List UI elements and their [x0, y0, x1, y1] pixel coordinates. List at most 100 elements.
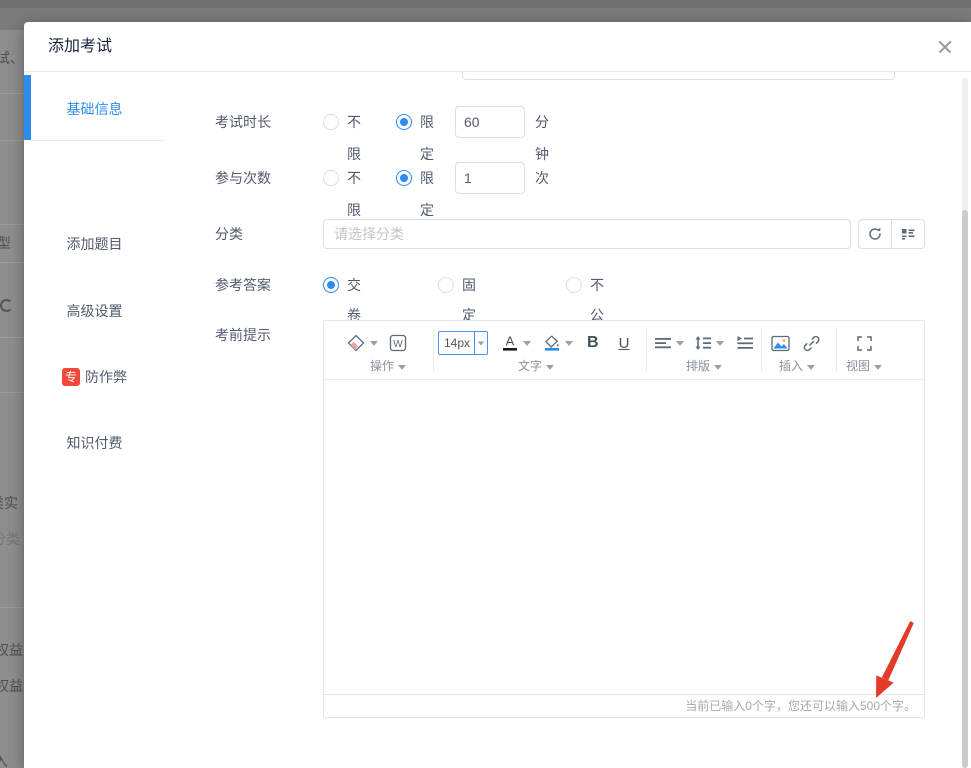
backdrop-text-fragment: 入 — [0, 751, 8, 768]
bg-fill-icon[interactable] — [543, 333, 573, 353]
fullscreen-icon[interactable] — [856, 335, 873, 352]
group-label: 操作 — [370, 359, 394, 373]
word-doc-icon[interactable]: W — [388, 333, 408, 353]
backdrop-text-fragment: 分类 — [0, 529, 20, 549]
dialog-scrollbar-track[interactable] — [962, 78, 968, 768]
backdrop-line — [0, 262, 24, 263]
group-label: 视图 — [846, 359, 870, 373]
category-list-icon[interactable] — [891, 220, 924, 248]
toolbar-group-operations: W 操作 — [346, 321, 430, 380]
refresh-icon[interactable] — [859, 220, 891, 248]
backdrop-refresh-icon — [0, 299, 13, 312]
attempts-limited-label[interactable]: 限定 — [420, 162, 434, 226]
answer-after-submit-radio[interactable] — [323, 277, 339, 293]
bold-icon[interactable]: B — [587, 334, 599, 352]
view-dropdown[interactable]: 视图 — [846, 357, 882, 374]
sidebar-item-label: 知识付费 — [67, 433, 123, 453]
caret-down-icon — [676, 341, 684, 346]
category-buttons-group — [858, 219, 925, 249]
toolbar-group-text: 14px A — [438, 321, 634, 380]
duration-unit-label: 分钟 — [535, 106, 549, 170]
line-height-icon[interactable] — [694, 335, 724, 351]
backdrop-line — [0, 607, 24, 608]
answer-not-public-radio[interactable] — [566, 277, 582, 293]
layout-dropdown[interactable]: 排版 — [654, 357, 754, 374]
backdrop-line — [0, 93, 24, 94]
active-tab-underline — [31, 140, 165, 141]
dialog-body: 基础信息 添加题目 高级设置 专 防作弊 知识付费 考试时长 — [24, 72, 971, 768]
duration-limited-radio[interactable] — [396, 114, 412, 130]
toolbar-divider — [433, 329, 434, 372]
duration-limited-label[interactable]: 限定 — [420, 106, 434, 170]
toolbar-divider — [836, 329, 837, 372]
duration-unlimited-label[interactable]: 不限 — [347, 106, 361, 170]
premium-badge: 专 — [62, 368, 80, 386]
caret-down-icon — [716, 341, 724, 346]
sidebar-item-label: 防作弊 — [85, 367, 127, 387]
caret-down-icon — [874, 365, 882, 370]
caret-down-icon — [807, 365, 815, 370]
link-icon[interactable] — [803, 335, 820, 352]
font-size-value: 14px — [439, 336, 474, 350]
backdrop-line — [0, 337, 24, 338]
toolbar-group-layout: 排版 — [654, 321, 754, 380]
insert-dropdown[interactable]: 插入 — [771, 357, 823, 374]
editor-content[interactable] — [324, 380, 924, 694]
backdrop-text-fragment: 型 — [0, 233, 11, 253]
word-count-status: 当前已输入0个字，您还可以输入500个字。 — [324, 694, 924, 717]
category-select-input[interactable] — [323, 219, 851, 249]
notice-rich-editor: W 操作 14px — [323, 320, 925, 718]
font-color-letter: A — [506, 334, 515, 349]
attempts-unlimited-label[interactable]: 不限 — [347, 162, 361, 226]
font-size-select[interactable]: 14px — [438, 331, 488, 355]
scrolled-input-remnant[interactable] — [462, 72, 895, 80]
backdrop-text-fragment: 试、 — [0, 48, 24, 68]
toolbar-group-insert: 插入 — [771, 321, 823, 380]
toolbar-divider — [761, 329, 762, 372]
align-icon[interactable] — [654, 335, 684, 351]
text-dropdown[interactable]: 文字 — [438, 357, 634, 374]
indent-icon[interactable] — [736, 335, 754, 351]
exam-duration-label: 考试时长 — [215, 106, 323, 138]
dialog-title: 添加考试 — [48, 22, 112, 72]
toolbar-group-view: 视图 — [846, 321, 882, 380]
caret-down-icon — [523, 341, 531, 346]
caret-down-icon — [546, 365, 554, 370]
attempts-unlimited-radio[interactable] — [323, 170, 339, 186]
operations-dropdown[interactable]: 操作 — [346, 357, 430, 374]
steps-sidebar: 基础信息 添加题目 高级设置 专 防作弊 知识付费 — [24, 72, 165, 768]
attempts-value-input[interactable] — [455, 162, 525, 194]
eraser-icon[interactable] — [346, 333, 378, 353]
svg-text:W: W — [393, 339, 403, 350]
backdrop-line — [0, 140, 24, 141]
caret-down-icon — [478, 341, 484, 345]
backdrop-line — [0, 224, 24, 225]
sidebar-item-basic-info[interactable]: 基础信息 — [24, 77, 165, 140]
answer-label: 参考答案 — [215, 270, 323, 300]
duration-unlimited-radio[interactable] — [323, 114, 339, 130]
category-label: 分类 — [215, 219, 323, 249]
underline-icon[interactable]: U — [619, 335, 630, 352]
attempts-label: 参与次数 — [215, 162, 323, 194]
backdrop-text-fragment: 权益 — [0, 676, 23, 696]
font-size-caret[interactable] — [474, 332, 487, 354]
form-content: 考试时长 不限 限定 分钟 参与次数 不限 限定 次 分类 — [165, 72, 971, 768]
backdrop-text-fragment: 权益 — [0, 640, 23, 660]
sidebar-item-add-questions[interactable]: 添加题目 — [24, 211, 165, 277]
sidebar-item-paid-knowledge[interactable]: 知识付费 — [24, 410, 165, 476]
image-icon[interactable] — [771, 335, 790, 352]
sidebar-item-label: 基础信息 — [67, 99, 123, 119]
sidebar-item-label: 高级设置 — [67, 301, 123, 321]
editor-toolbar: W 操作 14px — [324, 321, 924, 380]
sidebar-item-label: 添加题目 — [67, 234, 123, 254]
sidebar-item-advanced-settings[interactable]: 高级设置 — [24, 278, 165, 344]
dialog-scrollbar-thumb[interactable] — [962, 210, 968, 768]
answer-fixed-time-radio[interactable] — [438, 277, 454, 293]
sidebar-item-anti-cheating[interactable]: 专 防作弊 — [24, 344, 165, 410]
close-icon[interactable] — [935, 37, 955, 57]
font-color-icon[interactable]: A — [501, 333, 531, 353]
duration-value-input[interactable] — [455, 106, 525, 138]
backdrop-line — [0, 392, 24, 393]
attempts-unit-label: 次 — [535, 162, 549, 194]
attempts-limited-radio[interactable] — [396, 170, 412, 186]
